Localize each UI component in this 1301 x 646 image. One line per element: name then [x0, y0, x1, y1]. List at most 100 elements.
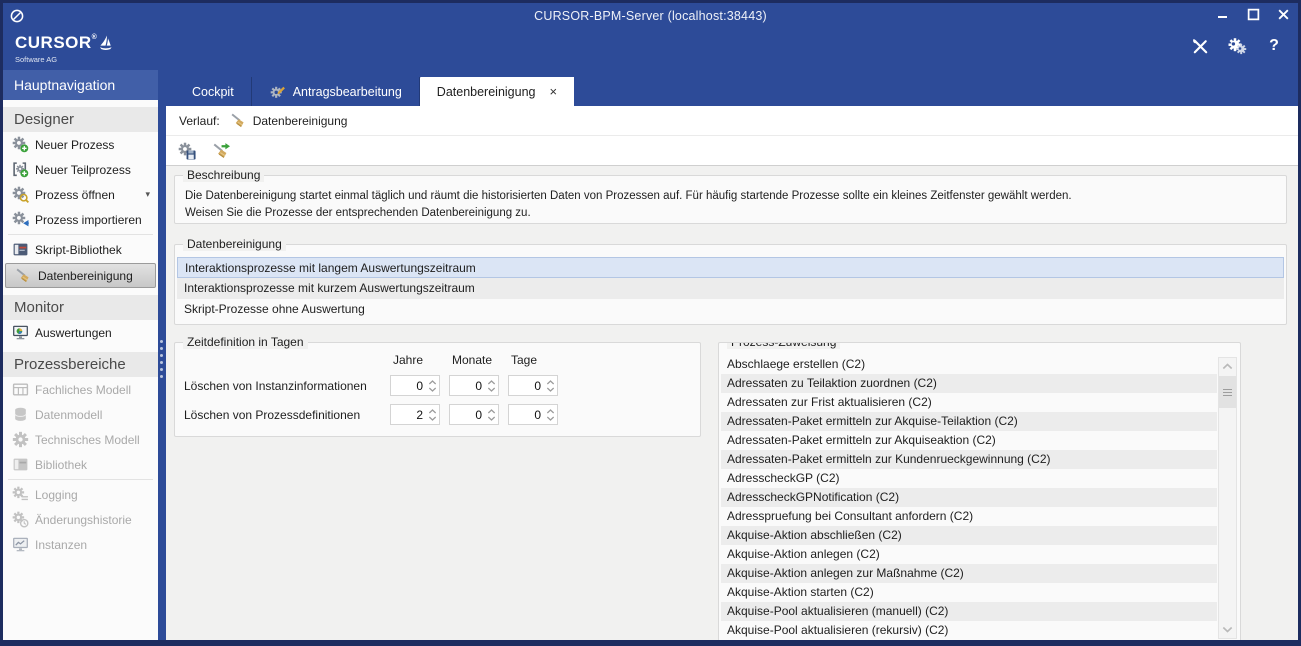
spinner-instanz-jahre[interactable]: 0	[390, 375, 440, 396]
app-window: CURSOR-BPM-Server (localhost:38443) CURS…	[0, 0, 1301, 646]
spinner-instanz-monate[interactable]: 0	[449, 375, 499, 396]
sailboat-icon	[99, 35, 114, 57]
spinner-up-icon	[546, 409, 555, 414]
sidebar-item-neuer-teilprozess[interactable]: Neuer Teilprozess	[3, 157, 158, 182]
monitor-chart-icon	[12, 324, 29, 341]
sidebar-section-monitor: Monitor	[3, 295, 158, 320]
spinner-up-icon	[546, 380, 555, 385]
assign-cleanup-button[interactable]	[210, 140, 232, 162]
save-cleanup-button[interactable]	[176, 140, 198, 162]
minimize-icon[interactable]	[1214, 5, 1232, 23]
tab-close-icon[interactable]: ×	[550, 85, 558, 98]
process-list-item[interactable]: AdresscheckGPNotification (C2)	[721, 488, 1217, 507]
registered-mark: ®	[92, 34, 98, 41]
tools-icon[interactable]	[1190, 36, 1210, 56]
history-entry[interactable]: Datenbereinigung	[253, 114, 348, 128]
scrollbar-thumb[interactable]	[1219, 376, 1236, 408]
sidebar-item-label: Instanzen	[35, 538, 87, 552]
sidebar-item-technisches-modell: Technisches Modell	[3, 427, 158, 452]
process-list-item[interactable]: Adressaten-Paket ermitteln zur Akquiseak…	[721, 431, 1217, 450]
description-groupbox: Beschreibung Die Datenbereinigung starte…	[174, 175, 1287, 224]
gear-pen-icon	[269, 83, 286, 100]
sidebar-item-label: Logging	[35, 488, 78, 502]
history-gear-icon	[12, 511, 29, 528]
spinner-down-icon	[428, 387, 437, 392]
spinner-instanz-tage[interactable]: 0	[508, 375, 558, 396]
admin-gears-icon[interactable]	[1227, 36, 1247, 56]
process-list-item[interactable]: Adressaten-Paket ermitteln zur Akquise-T…	[721, 412, 1217, 431]
gears-open-icon	[12, 186, 29, 203]
spinner-down-icon	[546, 387, 555, 392]
spinner-down-icon	[487, 387, 496, 392]
sidebar-item-logging: Logging	[3, 482, 158, 507]
vertical-scrollbar[interactable]	[1218, 357, 1237, 639]
history-bar: Verlauf: Datenbereinigung	[166, 106, 1298, 136]
cleanup-row-selected[interactable]: Interaktionsprozesse mit langem Auswertu…	[177, 257, 1284, 278]
process-list-item[interactable]: Adressaten zu Teilaktion zuordnen (C2)	[721, 374, 1217, 393]
tab-label: Datenbereinigung	[437, 85, 536, 99]
process-assignment-legend: Prozess-Zuweisung	[727, 342, 840, 349]
close-icon[interactable]	[1274, 5, 1292, 23]
sidebar-item-datenbereinigung[interactable]: Datenbereinigung	[5, 263, 156, 288]
process-list-item[interactable]: Akquise-Pool aktualisieren (manuell) (C2…	[721, 602, 1217, 621]
column-header-tage: Tage	[508, 353, 558, 367]
sidebar-item-prozess-importieren[interactable]: Prozess importieren	[3, 207, 158, 232]
gear-icon	[12, 431, 29, 448]
process-list-item[interactable]: Akquise-Aktion anlegen zur Maßnahme (C2)	[721, 564, 1217, 583]
process-list-item[interactable]: Akquise-Pool aktualisieren (rekursiv) (C…	[721, 621, 1217, 640]
sidebar-item-fachliches-modell: Fachliches Modell	[3, 377, 158, 402]
sidebar-item-label: Bibliothek	[35, 458, 87, 472]
divider	[8, 234, 153, 235]
chevron-down-icon[interactable]: ▾	[145, 189, 150, 200]
spinner-up-icon	[487, 380, 496, 385]
table-model-icon	[12, 381, 29, 398]
sidebar-item-neuer-prozess[interactable]: Neuer Prozess	[3, 132, 158, 157]
sidebar-item-skript-bibliothek[interactable]: Skript-Bibliothek	[3, 237, 158, 262]
sidebar-section-designer: Designer	[3, 107, 158, 132]
subprocess-add-icon	[12, 161, 29, 178]
help-icon[interactable]: ?	[1264, 36, 1284, 56]
cleanup-legend: Datenbereinigung	[183, 237, 286, 251]
process-list-item[interactable]: Akquise-Aktion anlegen (C2)	[721, 545, 1217, 564]
cleanup-row[interactable]: Interaktionsprozesse mit kurzem Auswertu…	[177, 278, 1284, 299]
description-legend: Beschreibung	[183, 168, 264, 182]
header: CURSOR® Software AG	[3, 28, 1298, 71]
sidebar-item-label: Neuer Prozess	[35, 138, 114, 152]
spinner-prozess-monate[interactable]: 0	[449, 404, 499, 425]
process-list-item[interactable]: Adresspruefung bei Consultant anfordern …	[721, 507, 1217, 526]
scroll-down-icon[interactable]	[1219, 621, 1236, 638]
tab-antragsbearbeitung[interactable]: Antragsbearbeitung	[252, 77, 420, 106]
sidebar-splitter[interactable]	[158, 70, 166, 640]
scroll-up-icon[interactable]	[1219, 358, 1236, 375]
sidebar-item-auswertungen[interactable]: Auswertungen	[3, 320, 158, 345]
script-library-icon	[12, 241, 29, 258]
titlebar: CURSOR-BPM-Server (localhost:38443)	[3, 3, 1298, 28]
sidebar: Hauptnavigation Designer Neuer Prozess N…	[3, 70, 158, 640]
tab-cockpit[interactable]: Cockpit	[175, 77, 252, 106]
sidebar-item-datenmodell: Datenmodell	[3, 402, 158, 427]
maximize-icon[interactable]	[1244, 5, 1262, 23]
process-list-item[interactable]: Akquise-Aktion abschließen (C2)	[721, 526, 1217, 545]
sidebar-item-prozess-oeffnen[interactable]: Prozess öffnen ▾	[3, 182, 158, 207]
description-line: Weisen Sie die Prozesse der entsprechend…	[185, 205, 1276, 222]
process-list-item[interactable]: Abschlaege erstellen (C2)	[721, 355, 1217, 374]
spinner-prozess-jahre[interactable]: 2	[390, 404, 440, 425]
spinner-prozess-tage[interactable]: 0	[508, 404, 558, 425]
cleanup-row[interactable]: Skript-Prozesse ohne Auswertung	[177, 299, 1284, 320]
tab-bar: Cockpit Antragsbearbeitung Datenbereinig…	[166, 70, 1298, 106]
process-list-item[interactable]: Adressaten zur Frist aktualisieren (C2)	[721, 393, 1217, 412]
time-definition-legend: Zeitdefinition in Tagen	[183, 335, 308, 349]
time-definition-groupbox: Zeitdefinition in Tagen Jahre Monate Tag…	[174, 342, 701, 437]
sidebar-item-label: Skript-Bibliothek	[35, 243, 122, 257]
process-list-item[interactable]: Adressaten-Paket ermitteln zur Kundenrue…	[721, 450, 1217, 469]
sidebar-item-label: Auswertungen	[35, 326, 112, 340]
toolbar	[166, 136, 1298, 166]
tab-datenbereinigung[interactable]: Datenbereinigung ×	[420, 77, 574, 106]
gears-add-icon	[12, 136, 29, 153]
divider	[8, 479, 153, 480]
broom-icon	[15, 267, 32, 284]
spinner-down-icon	[428, 416, 437, 421]
sidebar-item-label: Prozess importieren	[35, 213, 142, 227]
process-list-item[interactable]: AdresscheckGP (C2)	[721, 469, 1217, 488]
process-list-item[interactable]: Akquise-Aktion starten (C2)	[721, 583, 1217, 602]
